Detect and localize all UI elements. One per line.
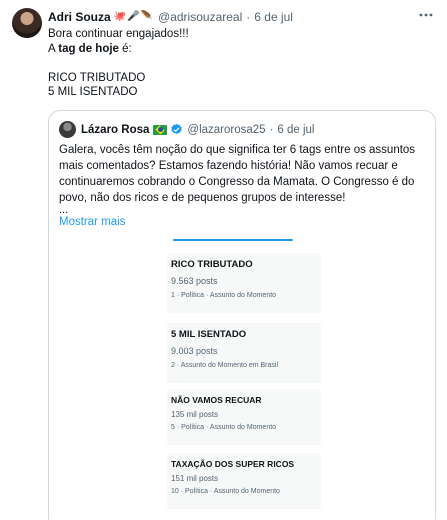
trend-item: NÃO VAMOS RECUAR 135 mil posts 5 · Polít… xyxy=(167,389,321,445)
verified-badge-icon xyxy=(170,123,183,136)
microphone-emoji-icon: 🎤 xyxy=(127,11,141,22)
quoted-text-line: Galera, vocês têm noção do que significa… xyxy=(59,144,416,156)
tweet-line: 5 MIL ISENTADO xyxy=(48,86,138,98)
author-avatar[interactable] xyxy=(12,8,42,38)
trend-item: TAXAÇÃO DOS SUPER RICOS 151 mil posts 10… xyxy=(167,453,321,509)
quoted-tweet-header: Lázaro Rosa @lazarorosa25 · 6 de jul xyxy=(59,121,315,138)
trend-category: 5 · Política · Assunto do Momento xyxy=(171,424,277,431)
quoted-text-line: povo, não dos ricos e de pequenos grupos… xyxy=(59,192,346,204)
trend-item: 5 MIL ISENTADO 9.003 posts 2 · Assunto d… xyxy=(167,323,321,383)
trend-post-count: 9.003 posts xyxy=(171,346,218,356)
more-horizontal-icon[interactable] xyxy=(417,8,435,22)
trend-post-count: 9.563 posts xyxy=(171,276,218,286)
octopus-emoji-icon: 🐙 xyxy=(113,11,128,22)
quoted-text-line: continuaremos cobrando o Congresso da Ma… xyxy=(59,176,415,188)
tab-underline xyxy=(173,239,293,241)
show-more-link[interactable]: Mostrar mais xyxy=(59,216,125,228)
trends-screenshot-image: RICO TRIBUTADO 9.563 posts 1 · Política … xyxy=(159,239,329,520)
quoted-header-separator: · xyxy=(269,123,274,136)
truncation-ellipsis: ... xyxy=(59,204,69,216)
feather-emoji-icon: 🪶 xyxy=(140,11,155,22)
quoted-author-handle[interactable]: @lazarorosa25 xyxy=(187,124,265,136)
trend-title: 5 MIL ISENTADO xyxy=(171,329,247,340)
quoted-tweet-date[interactable]: 6 de jul xyxy=(277,124,314,136)
trend-category: 2 · Assunto do Momento em Brasil xyxy=(171,362,278,369)
tweet-line: A tag de hoje é: xyxy=(48,42,132,55)
trend-post-count: 135 mil posts xyxy=(171,410,219,419)
name-emoji: 🐙🎤🪶 xyxy=(114,11,154,22)
quoted-tweet-card[interactable]: Lázaro Rosa @lazarorosa25 · 6 de jul Gal… xyxy=(48,110,436,520)
bold-text: tag de hoje xyxy=(58,42,119,55)
tweet-text: Bora continuar engajados!!! A tag de hoj… xyxy=(48,27,189,100)
trend-title: NÃO VAMOS RECUAR xyxy=(171,395,262,405)
tweet-header: Adri Souza 🐙🎤🪶 @adrisouzareal · 6 de jul xyxy=(48,8,293,25)
tweet-date[interactable]: 6 de jul xyxy=(254,10,293,24)
brazil-flag-icon xyxy=(153,124,168,135)
trend-post-count: 151 mil posts xyxy=(171,474,219,483)
trend-category: 10 · Política · Assunto do Momento xyxy=(171,488,280,495)
trend-category: 1 · Política · Assunto do Momento xyxy=(171,292,277,299)
trend-title: RICO TRIBUTADO xyxy=(171,259,253,270)
quoted-author-display-name[interactable]: Lázaro Rosa xyxy=(81,124,149,136)
tweet-line: RICO TRIBUTADO xyxy=(48,71,146,84)
quoted-tweet-text: Galera, vocês têm noção do que significa… xyxy=(59,142,431,206)
quoted-text-line: mais comentados? Estamos fazendo históri… xyxy=(59,160,398,172)
header-separator: · xyxy=(246,9,251,24)
trend-item: RICO TRIBUTADO 9.563 posts 1 · Política … xyxy=(167,253,321,313)
tweet-line: Bora continuar engajados!!! xyxy=(48,28,189,40)
trend-title: TAXAÇÃO DOS SUPER RICOS xyxy=(171,459,295,469)
quoted-author-avatar[interactable] xyxy=(59,121,76,138)
author-handle[interactable]: @adrisouzareal xyxy=(158,10,242,24)
author-display-name[interactable]: Adri Souza xyxy=(48,10,111,24)
